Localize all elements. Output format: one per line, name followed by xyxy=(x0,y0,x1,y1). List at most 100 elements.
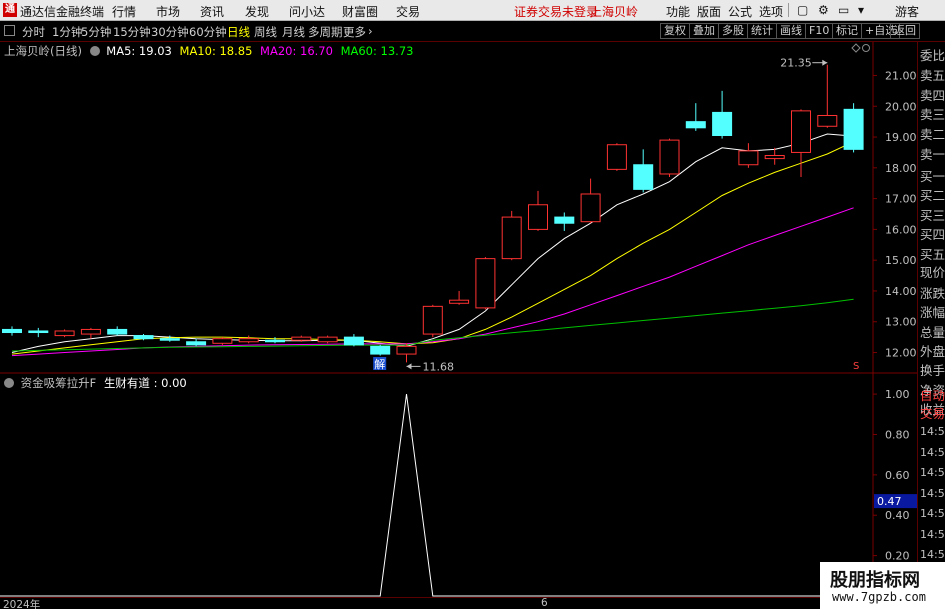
btn-back[interactable]: 返回 xyxy=(890,23,920,39)
candle xyxy=(817,64,838,128)
watermark-logo: 股朋指标网 www.7gpzb.com xyxy=(820,562,945,609)
candle xyxy=(712,90,733,139)
period-1min[interactable]: 1分钟 xyxy=(52,24,82,40)
btn-draw[interactable]: 画线 xyxy=(776,23,806,39)
indicator-menu-icon[interactable] xyxy=(4,378,14,388)
chevron-right-icon[interactable]: › xyxy=(368,24,373,38)
candle-body-down xyxy=(370,345,391,355)
side-panel-label[interactable]: 买三 xyxy=(920,205,945,224)
side-panel-label[interactable]: 卖五 xyxy=(920,65,945,84)
period-weekly[interactable]: 周线 xyxy=(254,24,277,40)
ma5-label: MA5: 19.03 xyxy=(106,44,172,58)
side-panel-label[interactable]: 卖二 xyxy=(920,124,945,143)
menu-discover[interactable]: 发现 xyxy=(245,3,269,20)
period-intraday[interactable]: 分时 xyxy=(22,24,45,40)
side-panel-label[interactable]: 卖四 xyxy=(920,85,945,104)
date-label-month: 6 xyxy=(541,597,548,609)
candle-body-up xyxy=(238,338,259,343)
menu-wealth[interactable]: 财富圈 xyxy=(342,3,378,20)
candle-body-up xyxy=(817,114,838,127)
btn-mark[interactable]: 标记 xyxy=(832,23,862,39)
candle-body-down xyxy=(633,164,654,190)
period-daily[interactable]: 日线 xyxy=(227,24,250,40)
high-marker-arrow xyxy=(822,59,828,66)
menu-trade[interactable]: 交易 xyxy=(396,3,420,20)
side-panel-label[interactable]: 涨跌 xyxy=(920,283,945,302)
app-title: 通达信金融终端 xyxy=(20,5,105,19)
auto-trade-label[interactable]: 自动 xyxy=(920,385,945,404)
tick-time-label: 14:56 xyxy=(920,548,945,561)
candle-body-up xyxy=(80,328,101,335)
trade-label[interactable]: 交易 xyxy=(920,403,945,422)
indicator-line-label: 生财有道 xyxy=(103,376,150,390)
candle-body-down xyxy=(554,216,575,224)
candle-body-up xyxy=(659,139,680,175)
menubar-divider xyxy=(788,3,789,17)
side-panel-label[interactable]: 现价 xyxy=(920,262,945,281)
side-panel-label[interactable]: 买五 xyxy=(920,244,945,263)
side-panel-label[interactable]: 涨幅 xyxy=(920,302,945,321)
side-panel-label[interactable]: 买一 xyxy=(920,166,945,185)
side-panel: 委比 卖五 卖四 卖三 卖二 卖一 买一 买二 买三 买四 买五 现价 涨跌 涨幅 总量 外盘 换手 净资 收益 自动… xyxy=(917,42,945,602)
y-tick-label: 18.00 xyxy=(885,162,917,175)
side-panel-label[interactable]: 委比 xyxy=(920,45,945,64)
y-tick-label: 15.00 xyxy=(885,254,917,267)
period-more[interactable]: 更多 xyxy=(343,24,366,40)
menu-options[interactable]: 选项 xyxy=(759,3,783,20)
period-5min[interactable]: 5分钟 xyxy=(81,24,111,40)
candle xyxy=(659,138,680,178)
y-tick-label: 19.00 xyxy=(885,131,917,144)
chevron-down-icon[interactable] xyxy=(89,46,100,56)
period-15min[interactable]: 15分钟 xyxy=(113,24,151,40)
side-panel-label[interactable]: 买二 xyxy=(920,185,945,204)
period-multi[interactable]: 多周期 xyxy=(308,24,343,40)
high-marker-label: 21.35 xyxy=(780,57,812,70)
candle-body-down xyxy=(712,111,733,137)
menu-layout[interactable]: 版面 xyxy=(697,3,721,20)
tick-time-label: 14:56 xyxy=(920,466,945,479)
menubar: 通 通达信金融终端 行情 市场 资讯 发现 问小达 财富圈 交易 证券交易未登录… xyxy=(0,0,945,21)
side-panel-label[interactable]: 换手 xyxy=(920,360,945,379)
unlock-event-label: 解 xyxy=(374,357,385,371)
period-60min[interactable]: 60分钟 xyxy=(189,24,227,40)
settings-icon[interactable]: ⚙ xyxy=(818,3,829,17)
btn-overlay[interactable]: 叠加 xyxy=(689,23,719,39)
candle-body-up xyxy=(396,345,417,355)
btn-stats[interactable]: 统计 xyxy=(747,23,777,39)
window-icon[interactable]: ▭ xyxy=(838,3,849,17)
side-panel-label[interactable]: 外盘 xyxy=(920,341,945,360)
circle-icon xyxy=(862,44,870,52)
kline-chart-svg[interactable]: 21.00 20.00 19.00 18.00 17.00 16.00 15.00 14.00… xyxy=(0,42,917,598)
menu-market[interactable]: 市场 xyxy=(156,3,180,20)
candle-body-down xyxy=(265,339,285,343)
btn-f10[interactable]: F10 xyxy=(805,23,834,39)
candle-body-up xyxy=(580,193,601,223)
app-logo-icon: 通 xyxy=(3,3,17,17)
btn-adjust[interactable]: 复权 xyxy=(660,23,690,39)
side-panel-label[interactable]: 卖三 xyxy=(920,104,945,123)
user-icon[interactable]: ▢ xyxy=(797,3,808,17)
side-panel-label[interactable]: 买四 xyxy=(920,224,945,243)
candle-body-down xyxy=(133,335,154,340)
side-panel-label[interactable]: 卖一 xyxy=(920,144,945,163)
candle xyxy=(764,147,785,165)
menu-news[interactable]: 资讯 xyxy=(200,3,224,20)
side-panel-label[interactable]: 总量 xyxy=(920,322,945,341)
period-monthly[interactable]: 月线 xyxy=(282,24,305,40)
login-status[interactable]: 证券交易未登录 xyxy=(514,3,598,20)
low-marker-label: 11.68 xyxy=(423,360,455,373)
toolbar-toggle-checkbox[interactable] xyxy=(4,25,15,36)
menu-formula[interactable]: 公式 xyxy=(728,3,752,20)
y-tick-label: 16.00 xyxy=(885,223,917,236)
period-30min[interactable]: 30分钟 xyxy=(151,24,189,40)
menu-quotes[interactable]: 行情 xyxy=(112,3,136,20)
guest-label[interactable]: 游客 xyxy=(895,3,919,20)
menu-ask[interactable]: 问小达 xyxy=(289,3,325,20)
more-icon[interactable]: ▾ xyxy=(858,3,864,17)
candle xyxy=(107,326,128,336)
candle xyxy=(580,178,601,224)
btn-multistock[interactable]: 多股 xyxy=(718,23,748,39)
candle-body-up xyxy=(54,330,75,337)
menu-functions[interactable]: 功能 xyxy=(666,3,690,20)
candle-body-down xyxy=(2,328,22,334)
